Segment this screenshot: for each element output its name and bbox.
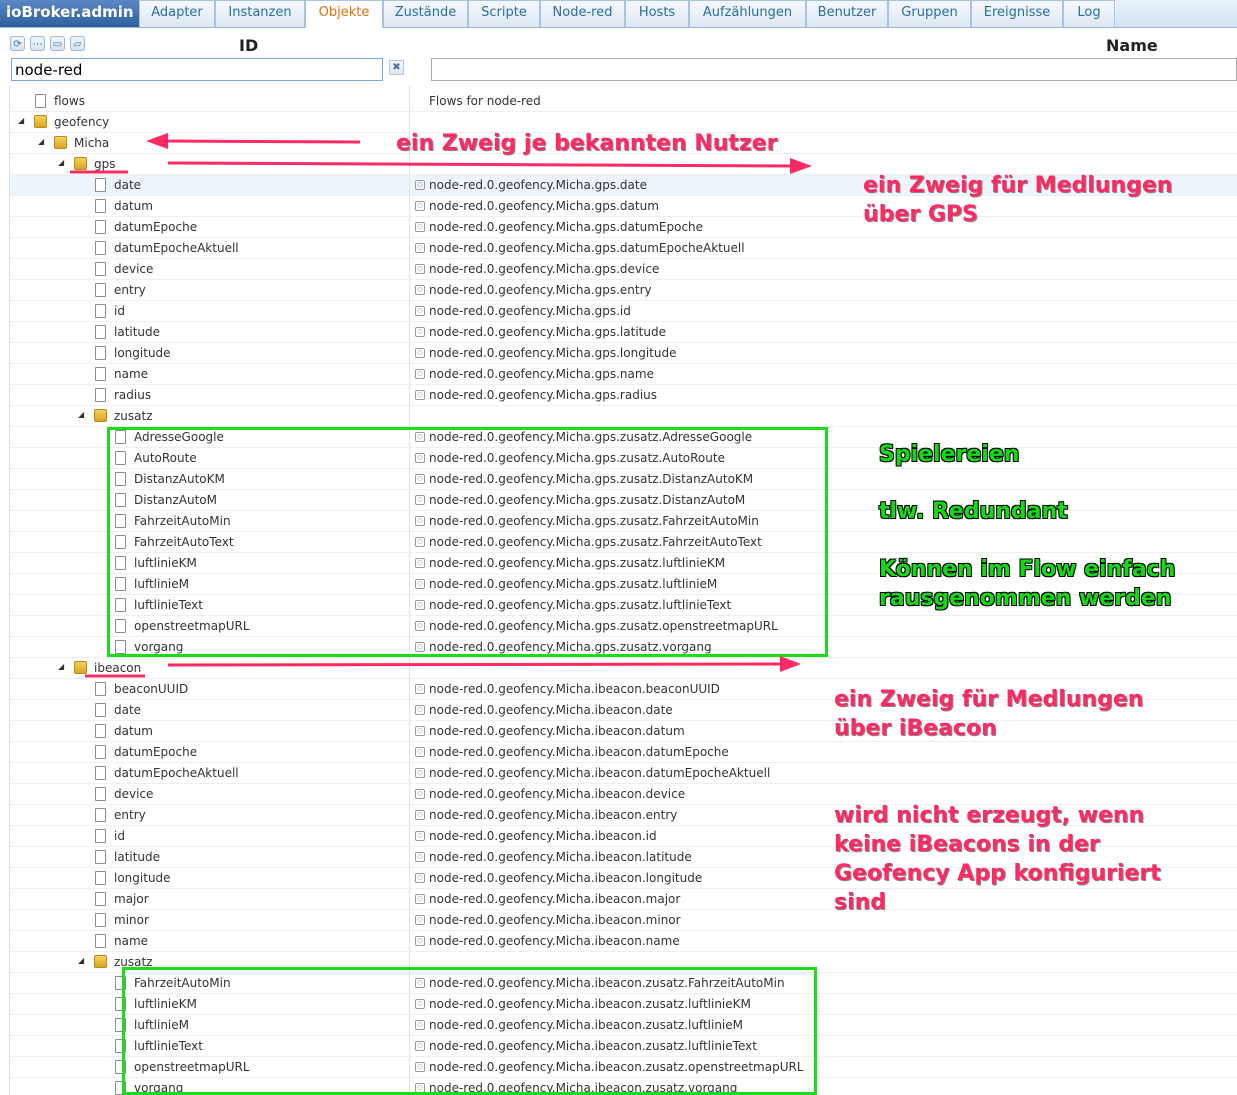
annotation-spielereien: Spielereien	[879, 442, 1020, 467]
annotation-redundant: tlw. Redundant	[879, 499, 1068, 524]
annotation-user-branch: ein Zweig je bekannten Nutzer	[396, 131, 778, 156]
arrow-line-ibeacon	[167, 662, 786, 667]
annotation-arrows	[70, 133, 812, 678]
annotation-gps-line1: ein Zweig für Medlungen	[863, 173, 1173, 198]
annotation-ibeacon-line2: über iBeacon	[834, 716, 997, 741]
annotation-notcreated-line3: Geofency App konfiguriert	[834, 861, 1161, 886]
annotation-ibeacon-line1: ein Zweig für Medlungen	[834, 687, 1144, 712]
annotation-notcreated-line1: wird nicht erzeugt, wenn	[834, 803, 1145, 828]
annotation-gps-line2: über GPS	[863, 202, 978, 227]
arrow-line-gps	[167, 161, 796, 168]
arrow-head-user-branch	[146, 133, 168, 149]
annotation-notcreated-line4: sind	[834, 890, 887, 915]
annotation-notcreated-line2: keine iBeacons in der	[834, 832, 1100, 857]
arrow-head-gps	[790, 158, 812, 174]
arrow-line-user-branch	[161, 139, 361, 144]
arrow-head-ibeacon	[780, 656, 801, 672]
annotation-flow-line2: rausgenommen werden	[879, 586, 1172, 611]
annotation-flow-line1: Können im Flow einfach	[879, 557, 1176, 582]
